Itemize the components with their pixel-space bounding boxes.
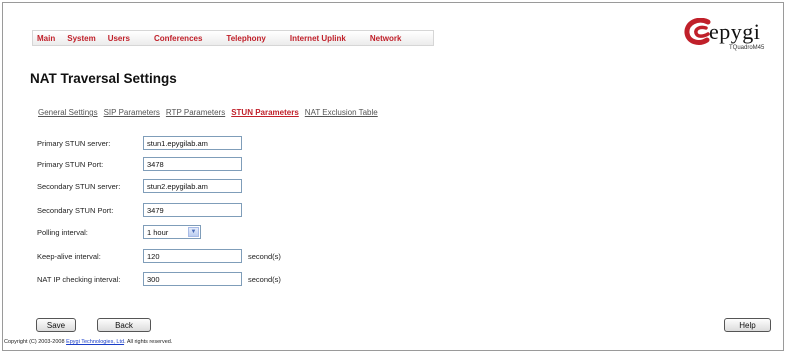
menu-users[interactable]: Users [108,34,130,43]
nat-ip-checking-interval-input[interactable] [143,272,242,286]
tab-stun-parameters[interactable]: STUN Parameters [231,108,299,117]
tab-rtp-parameters[interactable]: RTP Parameters [166,108,225,117]
tab-sip-parameters[interactable]: SIP Parameters [104,108,160,117]
menu-main[interactable]: Main [37,34,55,43]
company-link[interactable]: Epygi Technologies, Ltd [66,339,124,345]
menu-conferences[interactable]: Conferences [154,34,202,43]
keep-alive-unit: second(s) [248,251,281,261]
chevron-down-icon[interactable]: ▼ [188,227,199,237]
secondary-stun-port-input[interactable] [143,203,242,217]
menu-system[interactable]: System [67,34,95,43]
copyright-suffix: . All rights reserved. [124,339,173,345]
tab-general-settings[interactable]: General Settings [38,108,98,117]
secondary-stun-server-input[interactable] [143,179,242,193]
page-title: NAT Traversal Settings [30,71,177,86]
keep-alive-interval-label: Keep-alive interval: [37,251,101,261]
primary-stun-port-input[interactable] [143,157,242,171]
page-frame [2,2,784,351]
secondary-stun-port-label: Secondary STUN Port: [37,205,114,215]
keep-alive-interval-input[interactable] [143,249,242,263]
primary-stun-port-label: Primary STUN Port: [37,159,104,169]
copyright-prefix: Copyright (C) 2003-2008 [4,339,67,345]
logo-model: TQuadroM45 [729,45,765,51]
primary-stun-server-label: Primary STUN server: [37,138,111,148]
primary-stun-server-input[interactable] [143,136,242,150]
secondary-stun-server-label: Secondary STUN server: [37,181,121,191]
nat-ip-checking-interval-label: NAT IP checking interval: [37,274,121,284]
menu-internet-uplink[interactable]: Internet Uplink [290,34,346,43]
copyright-notice: Copyright (C) 2003-2008 Epygi Technologi… [4,339,172,345]
nat-ip-checking-unit: second(s) [248,274,281,284]
main-menu: Main System Users Conferences Telephony … [32,30,435,46]
polling-interval-select[interactable]: 1 hour ▼ [143,225,201,239]
sub-tabs: General Settings SIP Parameters RTP Para… [38,108,384,117]
save-button[interactable]: Save [36,318,76,332]
tab-nat-exclusion-table[interactable]: NAT Exclusion Table [305,108,378,117]
menu-network[interactable]: Network [370,34,402,43]
polling-interval-label: Polling interval: [37,227,88,237]
menu-telephony[interactable]: Telephony [226,34,265,43]
polling-interval-value: 1 hour [147,227,169,237]
back-button[interactable]: Back [97,318,151,332]
help-button[interactable]: Help [724,318,771,332]
logo-brand: epygi [709,19,761,44]
epygi-logo: epygi TQuadroM45 [684,18,780,58]
